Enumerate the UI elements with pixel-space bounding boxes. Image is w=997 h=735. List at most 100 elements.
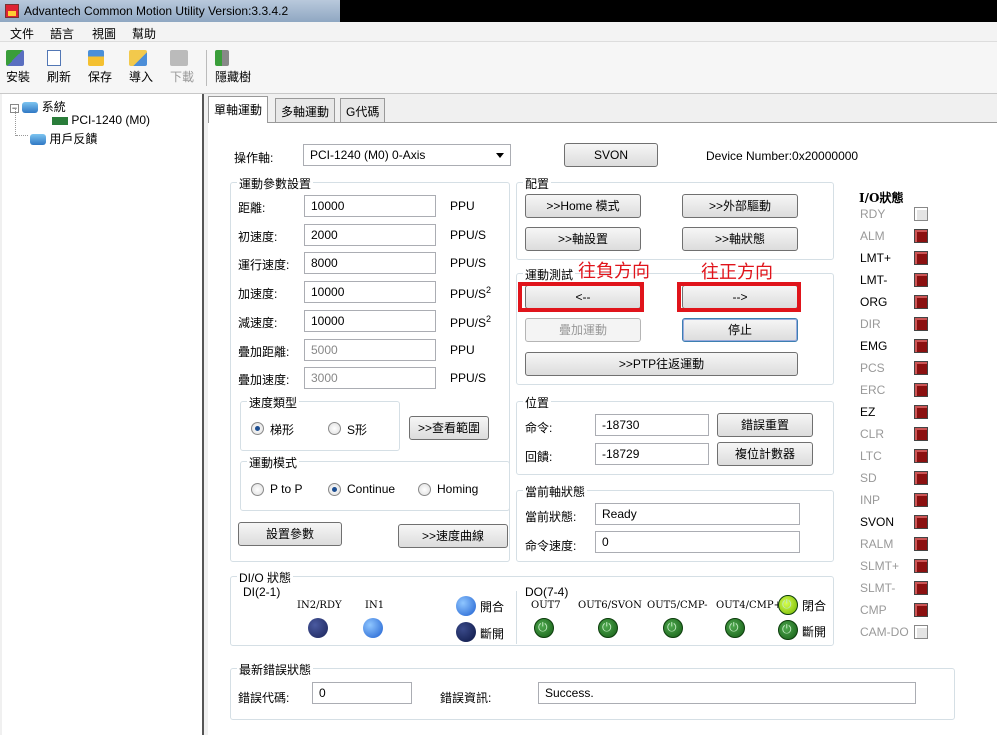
param-unit-text: PPU/S	[450, 371, 487, 386]
io-indicator	[914, 295, 928, 309]
speed-type-s-radio[interactable]	[328, 422, 341, 435]
toolbar-separator	[206, 50, 207, 86]
tree-line	[16, 135, 28, 136]
command-position-field[interactable]: -18730	[595, 414, 709, 436]
mode-continue-radio[interactable]	[328, 483, 341, 496]
io-label: SD	[860, 471, 877, 485]
io-label: ERC	[860, 383, 886, 397]
tab-single-axis[interactable]: 單軸運動	[208, 96, 269, 123]
param-field[interactable]: 10000	[304, 281, 436, 304]
io-indicator	[914, 229, 928, 243]
axis-select[interactable]: PCI-1240 (M0) 0-Axis	[303, 144, 511, 166]
refresh-button[interactable]: 刷新	[47, 50, 71, 84]
do-title: DO(7-4)	[523, 585, 571, 599]
io-indicator	[914, 493, 928, 507]
error-code-field[interactable]: 0	[312, 682, 412, 704]
view-range-button[interactable]: >>查看範圍	[409, 416, 489, 440]
download-button[interactable]: 下載	[170, 50, 194, 84]
param-field[interactable]: 3000	[304, 367, 436, 390]
current-state-field[interactable]: Ready	[595, 503, 800, 525]
save-button[interactable]: 保存	[88, 50, 112, 84]
menu-view[interactable]: 視圖	[92, 25, 116, 42]
legend-on-label: 開合	[480, 600, 505, 614]
import-icon	[129, 50, 147, 66]
di-title: DI(2-1)	[241, 585, 283, 599]
import-button[interactable]: 導入	[129, 50, 153, 84]
error-info-label: 錯誤資訊:	[440, 691, 492, 705]
menu-help[interactable]: 幫助	[132, 25, 156, 42]
reset-counter-button[interactable]: 複位計數器	[717, 442, 813, 466]
legend-open-label: 斷開	[802, 625, 827, 639]
svon-button[interactable]: SVON	[564, 143, 658, 167]
error-code-label: 錯誤代碼:	[238, 691, 290, 705]
io-indicator	[914, 449, 928, 463]
io-label: LTC	[860, 449, 882, 463]
mode-ptp-radio[interactable]	[251, 483, 264, 496]
annotation-box-negative	[518, 282, 644, 312]
tree-node-feedback[interactable]: 用戶反饋	[30, 130, 97, 147]
command-position-label: 命令:	[525, 421, 553, 435]
do-out6-power-icon[interactable]	[598, 618, 618, 638]
param-unit: PPU/S2	[450, 314, 491, 330]
config-title: 配置	[523, 175, 552, 192]
tab-multi-axis[interactable]: 多軸運動	[275, 98, 336, 122]
param-field[interactable]: 8000	[304, 252, 436, 275]
axis-label: 操作軸:	[234, 151, 274, 165]
di-in2-indicator	[308, 618, 328, 638]
error-info-field[interactable]: Success.	[538, 682, 916, 704]
param-label: 運行速度:	[238, 258, 290, 273]
set-params-button[interactable]: 設置參數	[238, 522, 342, 546]
speed-curve-button[interactable]: >>速度曲線	[398, 524, 508, 548]
save-icon	[88, 50, 104, 66]
tree-node-device[interactable]: PCI-1240 (M0)	[52, 113, 150, 127]
tab-gcode[interactable]: G代碼	[340, 98, 386, 122]
speed-type-group: 速度類型	[240, 394, 400, 451]
menu-file[interactable]: 文件	[10, 25, 34, 42]
legend-open-power-icon	[778, 620, 798, 640]
speed-type-title: 速度類型	[247, 394, 300, 411]
install-icon	[6, 50, 24, 66]
hide-tree-button[interactable]: 隱藏樹	[215, 50, 251, 84]
ptp-round-trip-button[interactable]: >>PTP往返運動	[525, 352, 798, 376]
position-title: 位置	[523, 394, 552, 411]
axis-settings-button[interactable]: >>軸設置	[525, 227, 641, 251]
install-button[interactable]: 安裝	[6, 50, 30, 84]
feedback-position-field[interactable]: -18729	[595, 443, 709, 465]
do-out5-label: OUT5/CMP-	[647, 600, 708, 611]
param-field[interactable]: 5000	[304, 338, 436, 361]
tree-line	[15, 108, 16, 136]
superimpose-motion-button[interactable]: 疊加運動	[525, 318, 641, 342]
annotation-box-positive	[677, 282, 801, 312]
io-label: EZ	[860, 405, 876, 419]
mode-homing-radio[interactable]	[418, 483, 431, 496]
annotation-positive-direction: 往正方向	[701, 262, 773, 282]
legend-closed-label: 閉合	[802, 599, 827, 613]
do-out7-power-icon[interactable]	[534, 618, 554, 638]
device-number: Device Number:0x20000000	[706, 149, 859, 163]
param-label: 減速度:	[238, 315, 278, 330]
param-field[interactable]: 10000	[304, 309, 436, 332]
speed-type-trapezoid-radio[interactable]	[251, 422, 264, 435]
chevron-down-icon	[496, 153, 504, 158]
param-field[interactable]: 10000	[304, 195, 436, 217]
io-indicator	[914, 383, 928, 397]
param-unit-text: PPU	[450, 342, 475, 357]
do-out5-power-icon[interactable]	[663, 618, 683, 638]
axis-status-button[interactable]: >>軸狀態	[682, 227, 798, 251]
param-field[interactable]: 2000	[304, 223, 436, 246]
legend-on-indicator	[456, 596, 476, 616]
home-mode-button[interactable]: >>Home 模式	[525, 194, 641, 218]
menu-language[interactable]: 語言	[50, 25, 74, 42]
param-unit: PPU/S2	[450, 285, 491, 301]
io-indicator	[914, 515, 928, 529]
do-out4-power-icon[interactable]	[725, 618, 745, 638]
download-icon	[170, 50, 188, 66]
window-title: Advantech Common Motion Utility Version:…	[24, 4, 289, 18]
external-drive-button[interactable]: >>外部驅動	[682, 194, 798, 218]
stop-button[interactable]: 停止	[682, 318, 798, 342]
reset-error-button[interactable]: 錯誤重置	[717, 413, 813, 437]
io-label: EMG	[860, 339, 888, 353]
io-indicator	[914, 317, 928, 331]
io-label: RDY	[860, 207, 886, 221]
command-speed-field[interactable]: 0	[595, 531, 800, 553]
